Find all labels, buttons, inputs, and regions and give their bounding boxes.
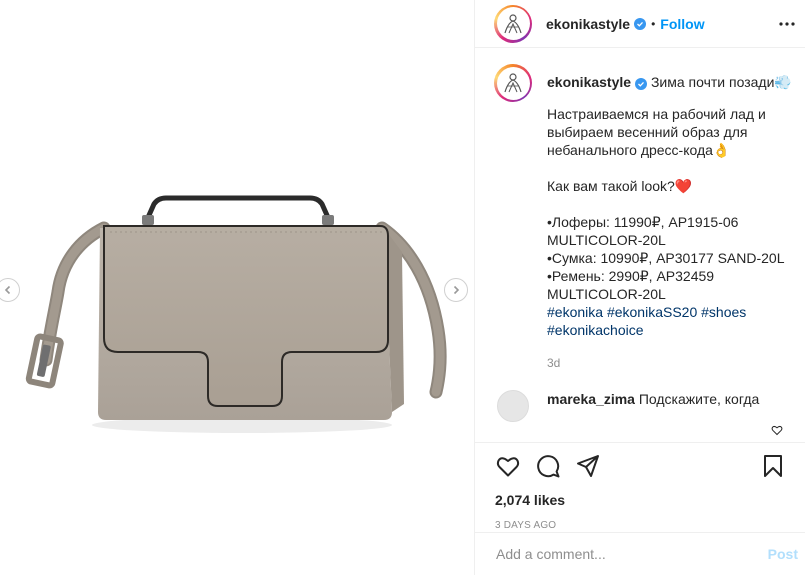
comment-like-icon[interactable] — [771, 424, 783, 436]
share-button[interactable] — [575, 453, 601, 479]
comment-item: mareka_zima Подскажите, когда — [494, 390, 805, 422]
add-comment-bar: Post — [475, 532, 805, 575]
caption-age[interactable]: 3d — [547, 354, 787, 372]
follow-button[interactable]: Follow — [660, 16, 704, 32]
post-actions: 2,074 likes 3 DAYS AGO — [475, 442, 805, 532]
share-icon — [577, 455, 599, 477]
post-media — [0, 0, 474, 575]
brand-logo-icon — [501, 11, 525, 36]
caption: ekonikastyle Зима почти позади💨 Настраив… — [494, 64, 805, 372]
comment-username[interactable]: mareka_zima — [547, 391, 635, 407]
chevron-left-icon — [4, 285, 11, 295]
hashtag-link[interactable]: #ekonika — [547, 304, 603, 320]
header-username[interactable]: ekonikastyle — [546, 16, 630, 32]
comments-list[interactable]: ekonikastyle Зима почти позади💨 Настраив… — [475, 48, 805, 436]
comment-icon — [537, 455, 560, 478]
comment-text: Подскажите, когда — [638, 391, 760, 407]
comment-input[interactable] — [496, 546, 751, 562]
hashtag-link[interactable]: #ekonikaSS20 — [607, 304, 697, 320]
bookmark-icon — [764, 455, 782, 477]
hashtag-list: #ekonika #ekonikaSS20 #shoes #ekonikacho… — [547, 303, 787, 339]
caption-text: Настраиваемся на рабочий лад и выбираем … — [547, 106, 785, 302]
comment-avatar[interactable] — [497, 390, 529, 422]
heart-icon — [496, 457, 520, 477]
caption-headline: Зима почти позади💨 — [650, 74, 792, 90]
post-comment-button[interactable]: Post — [768, 546, 798, 562]
likes-count[interactable]: 2,074 likes — [495, 492, 805, 508]
separator-dot: • — [651, 16, 656, 31]
post-date[interactable]: 3 DAYS AGO — [495, 520, 805, 531]
post-side-panel: ekonikastyle • Follow ekonikastyle Зима … — [474, 0, 805, 575]
avatar[interactable] — [494, 4, 532, 43]
more-options-button[interactable] — [777, 14, 797, 34]
verified-badge-icon — [634, 17, 647, 30]
brand-logo-icon — [501, 71, 525, 95]
post-header: ekonikastyle • Follow — [475, 0, 805, 48]
hashtag-link[interactable]: #ekonikachoice — [547, 322, 644, 338]
chevron-right-icon — [453, 285, 460, 295]
hashtag-link[interactable]: #shoes — [701, 304, 746, 320]
more-icon — [779, 22, 795, 26]
comment-button[interactable] — [535, 453, 561, 479]
save-button[interactable] — [760, 453, 786, 479]
caption-avatar[interactable] — [494, 64, 532, 102]
caption-username[interactable]: ekonikastyle — [547, 74, 631, 90]
carousel-next-button[interactable] — [444, 278, 468, 302]
verified-badge-icon — [635, 78, 648, 90]
product-photo-bag — [25, 195, 447, 433]
like-button[interactable] — [495, 453, 521, 479]
